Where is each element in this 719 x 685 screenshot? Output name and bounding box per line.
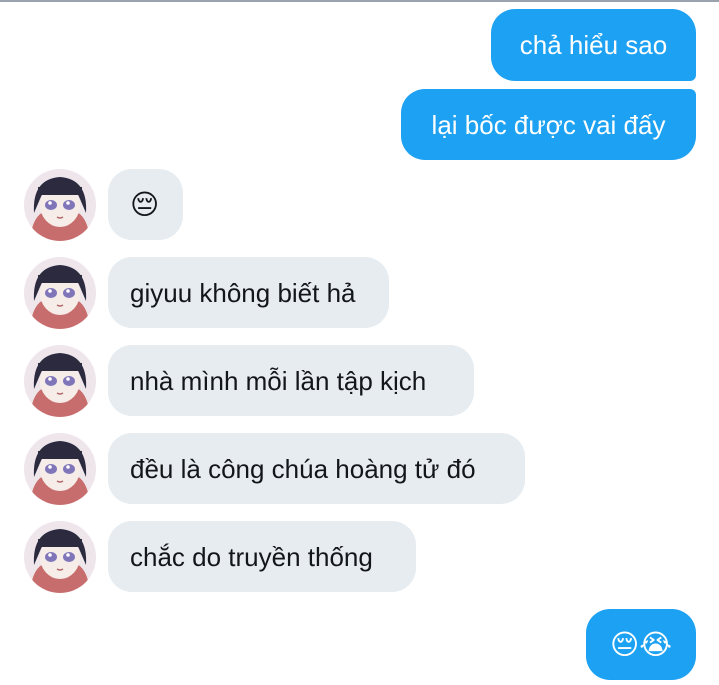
message-bubble-incoming[interactable]: 😔 xyxy=(108,169,183,240)
pensive-and-crying-face-icon: 😔😭 xyxy=(610,628,672,660)
message-text: giyuu không biết hả xyxy=(130,277,356,308)
message-bubble-outgoing[interactable]: lại bốc được vai đấy xyxy=(401,89,696,160)
message-text: đều là công chúa hoàng tử đó xyxy=(130,453,476,484)
anime-girl-avatar-icon xyxy=(24,257,96,329)
message-bubble-outgoing[interactable]: chả hiểu sao xyxy=(491,9,696,81)
message-bubble-incoming[interactable]: đều là công chúa hoàng tử đó xyxy=(108,433,525,504)
avatar[interactable] xyxy=(24,169,96,241)
message-bubble-incoming[interactable]: chắc do truyền thống xyxy=(108,521,416,592)
avatar[interactable] xyxy=(24,257,96,329)
message-text: chả hiểu sao xyxy=(519,30,668,60)
top-divider xyxy=(0,0,719,2)
avatar[interactable] xyxy=(24,521,96,593)
message-bubble-outgoing[interactable]: 😔😭 xyxy=(586,609,696,680)
anime-girl-avatar-icon xyxy=(24,433,96,505)
message-text: nhà mình mỗi lần tập kịch xyxy=(130,365,427,396)
message-bubble-incoming[interactable]: giyuu không biết hả xyxy=(108,257,389,328)
avatar[interactable] xyxy=(24,345,96,417)
message-text: lại bốc được vai đấy xyxy=(431,109,666,140)
message-bubble-incoming[interactable]: nhà mình mỗi lần tập kịch xyxy=(108,345,474,416)
pensive-face-icon: 😔 xyxy=(130,188,160,220)
anime-girl-avatar-icon xyxy=(24,169,96,241)
avatar[interactable] xyxy=(24,433,96,505)
message-text: chắc do truyền thống xyxy=(130,541,373,572)
anime-girl-avatar-icon xyxy=(24,521,96,593)
anime-girl-avatar-icon xyxy=(24,345,96,417)
